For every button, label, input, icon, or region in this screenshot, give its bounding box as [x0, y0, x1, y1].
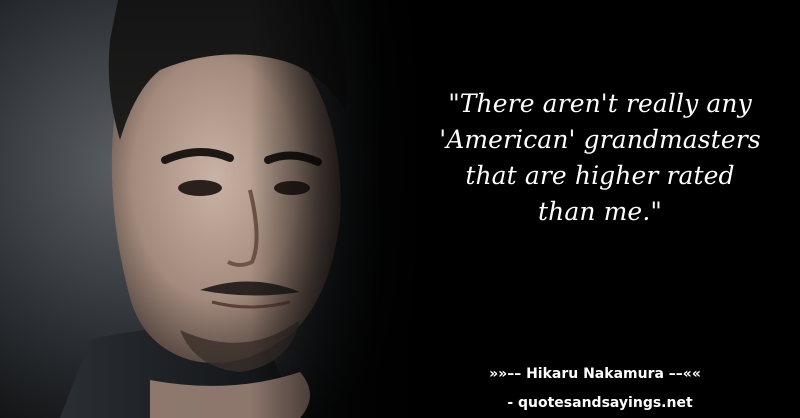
- portrait-photo: [0, 0, 430, 418]
- quote-line: than me.": [538, 197, 662, 226]
- quote-text: "There aren't really any 'American' gran…: [415, 86, 785, 230]
- quote-image: "There aren't really any 'American' gran…: [0, 0, 800, 418]
- quote-line: that are higher rated: [465, 161, 735, 190]
- quote-line: 'American' grandmasters: [439, 125, 761, 154]
- author-attribution: »»–– Hikaru Nakamura ––««: [489, 366, 701, 382]
- source-credit: - quotesandsayings.net: [507, 395, 693, 411]
- quote-line: "There aren't really any: [448, 89, 752, 118]
